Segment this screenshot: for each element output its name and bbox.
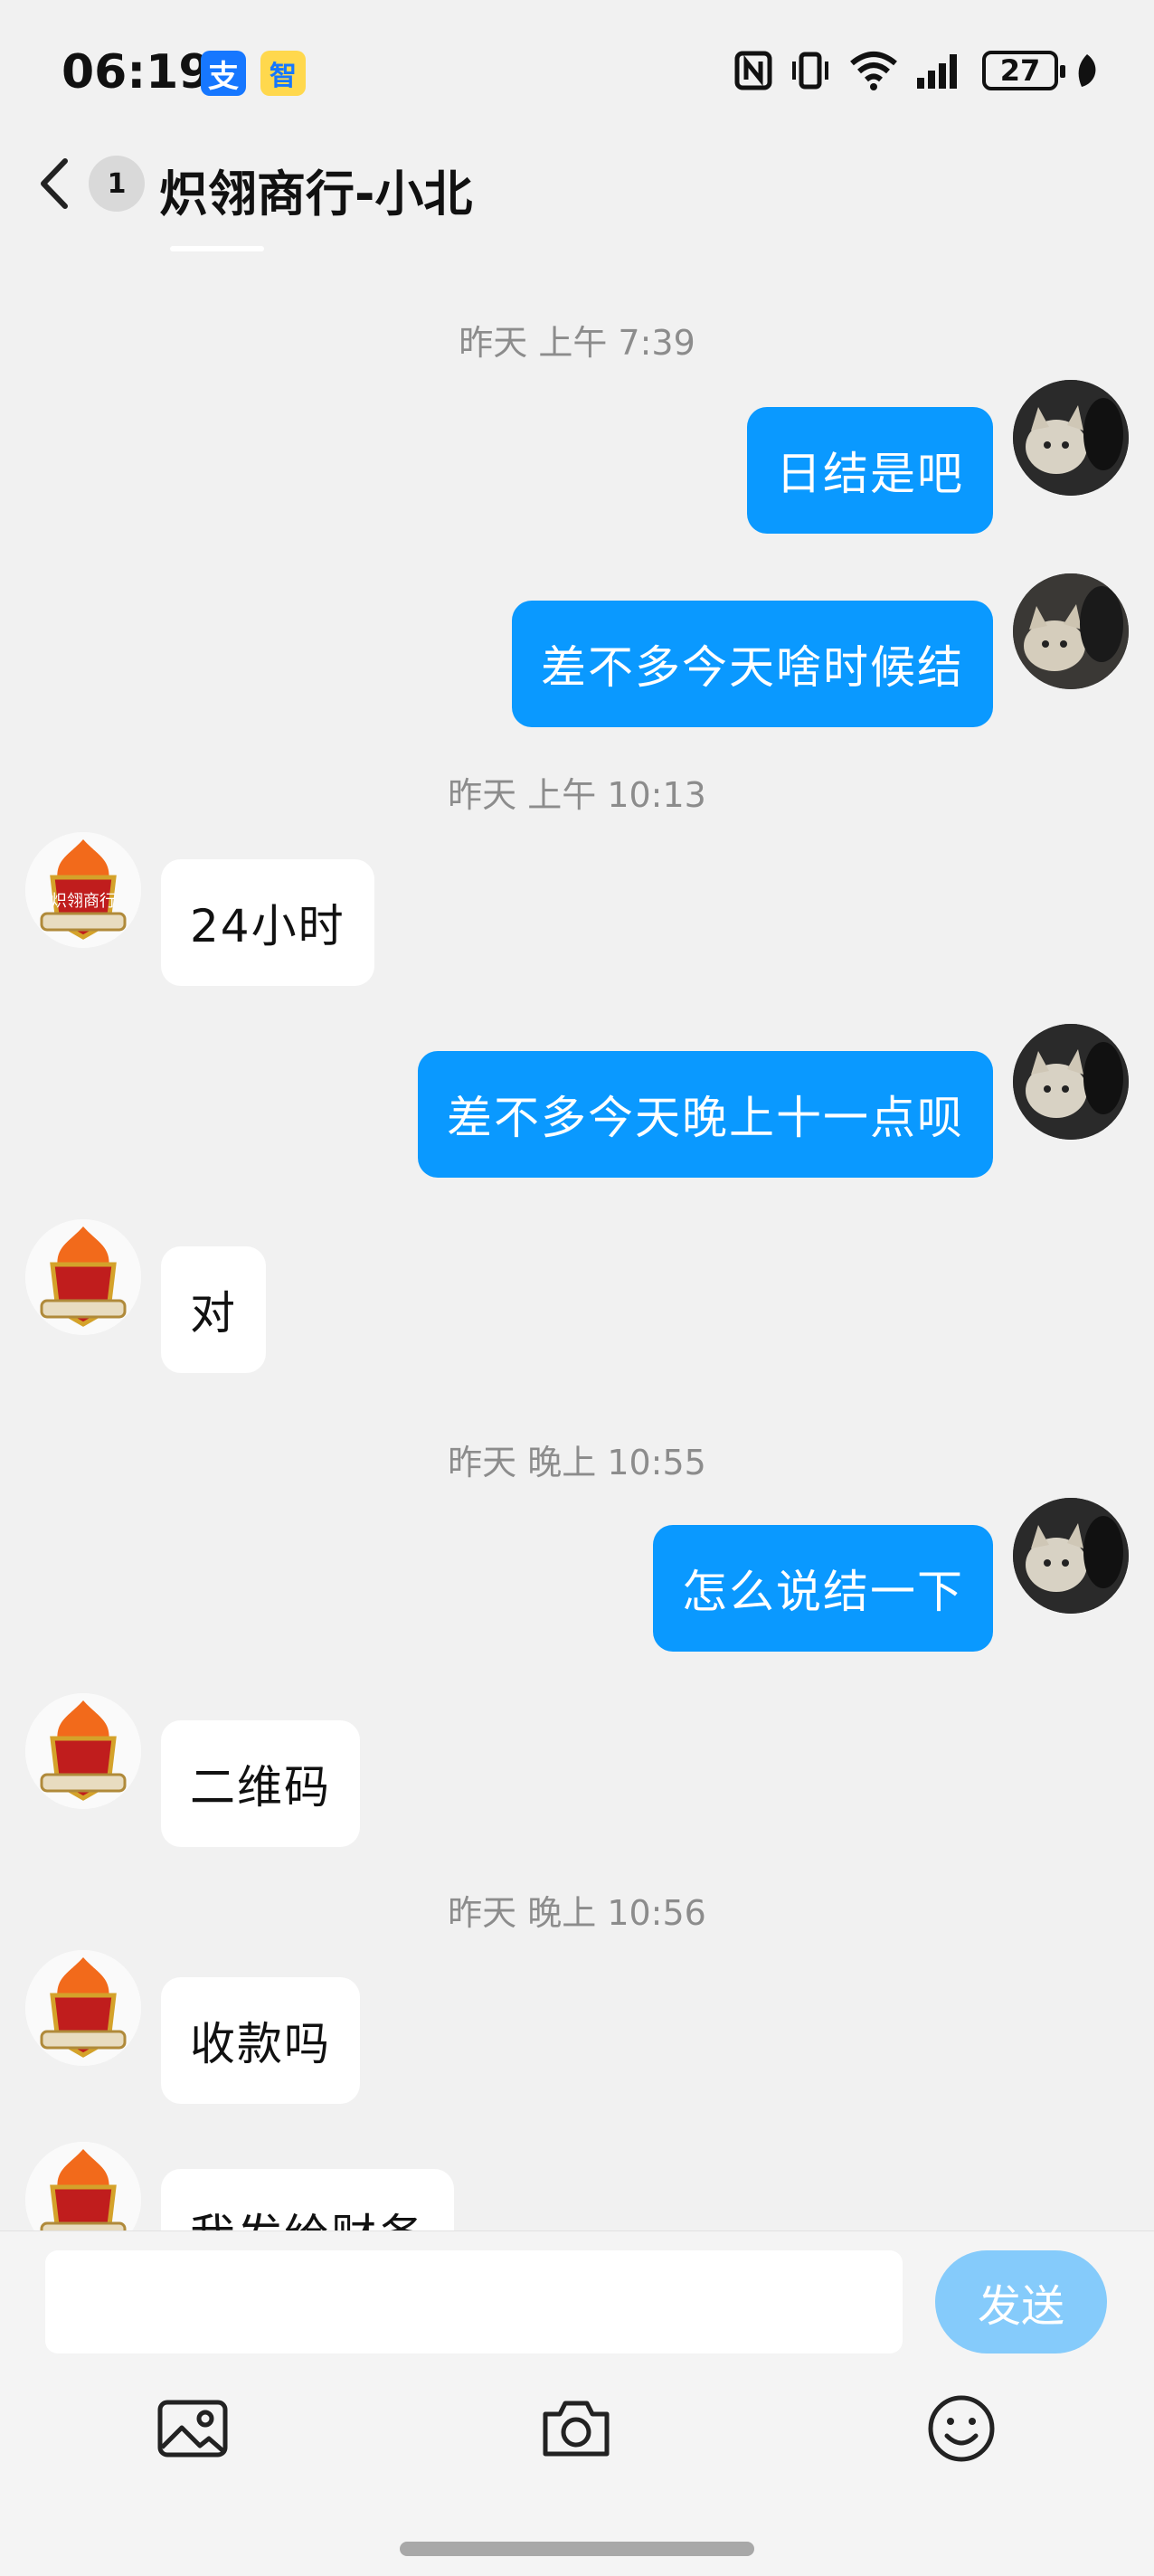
status-bar: 06:19 支 智 27	[0, 0, 1154, 145]
incoming-message[interactable]: 二维码	[161, 1720, 360, 1847]
send-button[interactable]: 发送	[935, 2250, 1107, 2353]
emoji-button[interactable]	[921, 2388, 1002, 2469]
message-list[interactable]: 昨天 上午 7:39 日结是吧 差不多今天啥时候结 昨天 上午 10:13 炽翎…	[0, 262, 1154, 2230]
shop-logo-image	[25, 1950, 141, 2066]
my-avatar[interactable]	[1013, 380, 1129, 496]
contact-avatar[interactable]	[25, 1219, 141, 1335]
home-indicator[interactable]	[400, 2542, 754, 2556]
back-button[interactable]	[33, 152, 87, 215]
timestamp: 昨天 晚上 10:56	[448, 1893, 706, 1933]
image-picker-button[interactable]	[152, 2388, 233, 2469]
message-input[interactable]	[45, 2250, 903, 2353]
my-avatar[interactable]	[1013, 1024, 1129, 1140]
chevron-left-icon	[41, 158, 68, 209]
alipay-notification-icon: 支	[201, 51, 246, 96]
leaf-icon	[1078, 54, 1096, 87]
camera-button[interactable]	[535, 2388, 617, 2469]
app-notification-icon: 智	[260, 51, 306, 96]
incoming-message[interactable]: 收款吗	[161, 1977, 360, 2104]
outgoing-message[interactable]: 差不多今天啥时候结	[512, 601, 993, 727]
timestamp: 昨天 上午 10:13	[448, 775, 706, 815]
battery-icon: 27	[982, 51, 1065, 90]
contact-avatar[interactable]: 炽翎商行	[25, 832, 141, 948]
wifi-icon	[850, 52, 897, 90]
contact-avatar[interactable]	[25, 1693, 141, 1809]
shop-logo-image	[25, 2142, 141, 2230]
contact-avatar[interactable]	[25, 1950, 141, 2066]
status-icons: 27	[734, 51, 1100, 90]
cat-avatar-image	[1013, 1498, 1129, 1614]
signal-icon	[917, 54, 957, 89]
chat-title: 炽翎商行-小北	[159, 166, 473, 223]
incoming-message[interactable]: 24小时	[161, 859, 374, 986]
contact-avatar[interactable]	[25, 2142, 141, 2230]
my-avatar[interactable]	[1013, 573, 1129, 689]
cat-avatar-image	[1013, 1024, 1129, 1140]
incoming-message[interactable]: 对	[161, 1246, 266, 1373]
image-icon	[157, 2400, 228, 2458]
outgoing-message[interactable]: 差不多今天晚上十一点呗	[418, 1051, 993, 1178]
emoji-icon	[928, 2395, 995, 2462]
outgoing-message[interactable]: 日结是吧	[747, 407, 993, 534]
shop-logo-image: 炽翎商行	[25, 832, 141, 948]
cat-avatar-image	[1013, 573, 1129, 689]
outgoing-message[interactable]: 怎么说结一下	[653, 1525, 993, 1652]
shop-logo-text: 炽翎商行	[51, 892, 116, 911]
vibrate-icon	[792, 52, 828, 90]
timestamp: 昨天 晚上 10:55	[448, 1443, 706, 1482]
nfc-icon	[734, 51, 772, 90]
my-avatar[interactable]	[1013, 1498, 1129, 1614]
unread-count-badge: 1	[89, 156, 145, 212]
cat-avatar-image	[1013, 380, 1129, 496]
timestamp: 昨天 上午 7:39	[459, 323, 695, 363]
camera-icon	[543, 2401, 610, 2457]
header-divider	[170, 246, 264, 251]
status-time: 06:19	[61, 45, 212, 99]
shop-logo-image	[25, 1219, 141, 1335]
incoming-message[interactable]: 我发给财务	[161, 2169, 454, 2230]
shop-logo-image	[25, 1693, 141, 1809]
